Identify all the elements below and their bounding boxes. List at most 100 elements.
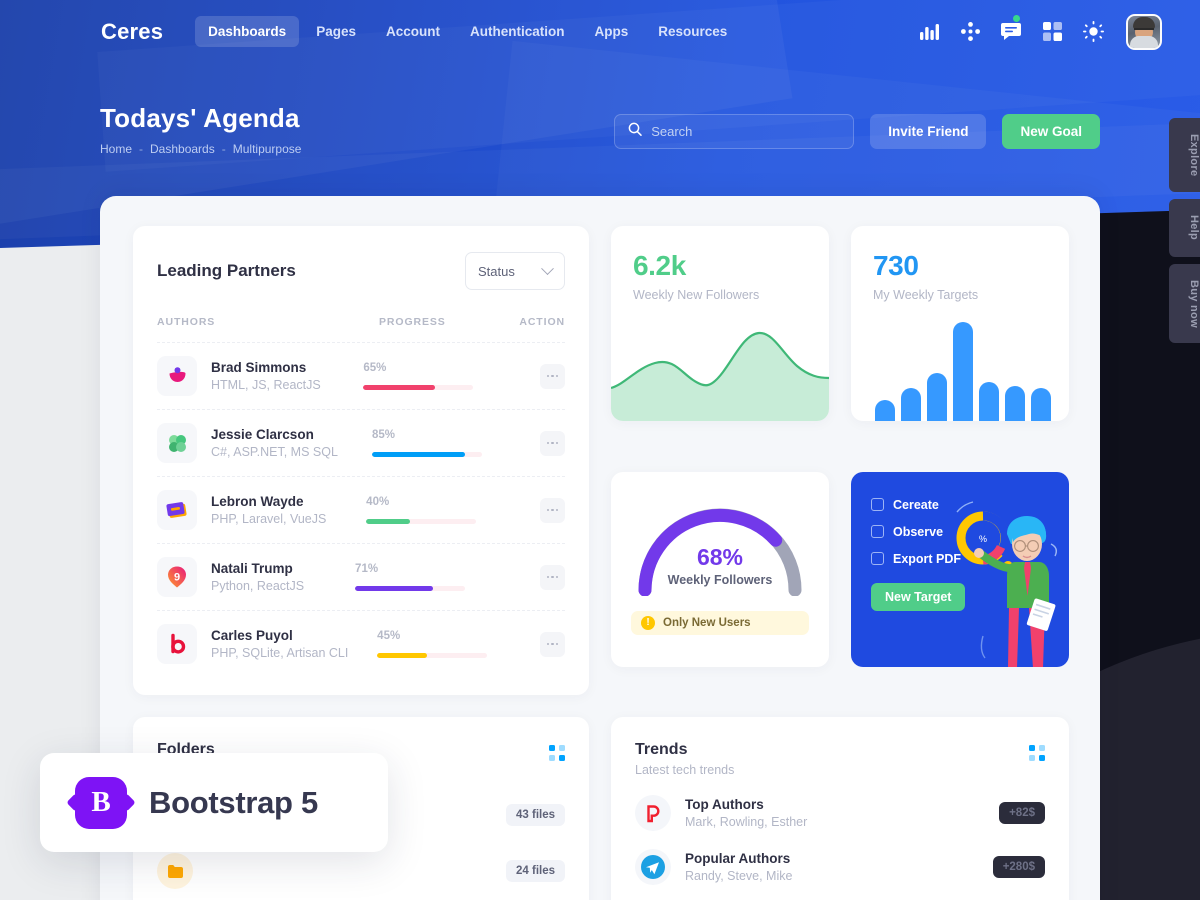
author-info: Carles Puyol PHP, SQLite, Artisan CLI (211, 628, 348, 660)
nav-link-dashboards[interactable]: Dashboards (195, 16, 300, 47)
author-name: Brad Simmons (211, 360, 307, 375)
progress-cell: 85% (371, 429, 506, 457)
navbar: Ceres Dashboards Pages Account Authentic… (0, 0, 1200, 63)
plurk-icon (635, 795, 671, 831)
folder-icon (157, 853, 193, 889)
side-tab-help[interactable]: Help (1169, 199, 1200, 257)
author-info: Jessie Clarcson C#, ASP.NET, MS SQL (211, 427, 338, 459)
row-action-button[interactable] (539, 497, 565, 523)
row-action-button[interactable] (540, 430, 565, 456)
column-action: ACTION (519, 316, 565, 328)
author-name: Carles Puyol (211, 628, 293, 643)
weekly-new-followers-card: 6.2k Weekly New Followers (611, 226, 829, 421)
progress-cell: 71% (355, 563, 489, 591)
breadcrumb-item-home[interactable]: Home (100, 142, 132, 156)
targets-value: 730 (873, 250, 919, 281)
header-actions: Invite Friend New Goal (614, 114, 1100, 149)
progress-bar (366, 519, 477, 524)
list-item[interactable]: Top Authors Mark, Rowling, Esther +82$ (635, 795, 1045, 831)
list-item[interactable]: 24 files (157, 853, 565, 889)
table-row[interactable]: 9 Natali Trump Python, ReactJS 71% (157, 543, 565, 610)
nav-link-account[interactable]: Account (373, 16, 453, 47)
progress-percent: 71% (355, 563, 379, 575)
search-box[interactable] (614, 114, 855, 149)
bootstrap-logo-icon: B (75, 776, 127, 829)
chevron-down-icon (541, 261, 554, 275)
target-option-label: Cereate (893, 497, 939, 512)
leading-partners-card: Leading Partners Status AUTHORS PROGRESS… (133, 226, 589, 695)
gauge-alert-text: Only New Users (663, 616, 751, 629)
table-row[interactable]: Brad Simmons HTML, JS, ReactJS 65% (157, 342, 565, 409)
nav-link-pages[interactable]: Pages (303, 16, 369, 47)
trend-amount: +82$ (999, 802, 1045, 824)
status-select[interactable]: Status (465, 252, 565, 290)
nav-link-resources[interactable]: Resources (645, 16, 740, 47)
trend-name: Popular Authors (685, 851, 791, 866)
trends-title: Trends (635, 741, 688, 758)
gauge-center-label: 68% Weekly Followers (631, 544, 809, 587)
nav-link-authentication[interactable]: Authentication (457, 16, 578, 47)
copy-icon (871, 498, 884, 511)
row-action-button[interactable] (540, 363, 565, 389)
new-target-card: Cereate Observe Export PDF New Target % (851, 471, 1069, 667)
breadcrumb-separator: - (221, 142, 226, 156)
row-action-button[interactable] (539, 564, 565, 590)
gauge-percent: 68% (696, 543, 744, 570)
followers-label: Weekly New Followers (633, 288, 760, 302)
invite-friend-button[interactable]: Invite Friend (870, 114, 987, 149)
scatter-dots-icon[interactable] (958, 20, 982, 44)
table-row[interactable]: Carles Puyol PHP, SQLite, Artisan CLI 45… (157, 610, 565, 677)
breadcrumb-item-dashboards[interactable]: Dashboards (150, 142, 215, 156)
app-root: Ceres Dashboards Pages Account Authentic… (0, 0, 1200, 900)
folder-file-count: 43 files (506, 804, 565, 826)
nine-badge-icon: 9 (157, 557, 197, 597)
list-item[interactable]: Popular Authors Randy, Steve, Mike +280$ (635, 849, 1045, 885)
weekly-targets-card: 730 My Weekly Targets (851, 226, 1069, 421)
avatar-body (1130, 35, 1158, 48)
author-info: Lebron Wayde PHP, Laravel, VueJS (211, 494, 326, 526)
page-title: Todays' Agenda (100, 103, 300, 133)
targets-label: My Weekly Targets (873, 288, 979, 302)
breadcrumb-item-multipurpose[interactable]: Multipurpose (233, 142, 302, 156)
trend-people: Randy, Steve, Mike (685, 869, 793, 883)
four-squares-icon[interactable] (1029, 745, 1045, 761)
leading-partners-header: Leading Partners Status (157, 252, 565, 290)
search-input[interactable] (651, 124, 841, 139)
author-name: Lebron Wayde (211, 494, 304, 509)
author-skills: PHP, SQLite, Artisan CLI (211, 646, 349, 660)
brand-logo[interactable]: Ceres (101, 19, 163, 45)
plurk-logo-icon (157, 356, 197, 396)
sun-icon[interactable] (1081, 20, 1105, 44)
table-row[interactable]: Jessie Clarcson C#, ASP.NET, MS SQL 85% (157, 409, 565, 476)
side-tabs: Explore Help Buy now (1169, 118, 1200, 344)
chart-bars-icon[interactable] (917, 20, 941, 44)
progress-bar (355, 586, 466, 591)
search-icon (628, 122, 642, 141)
chat-icon[interactable] (999, 14, 1023, 44)
trend-info: Top Authors Mark, Rowling, Esther (685, 797, 807, 829)
author-name: Natali Trump (211, 561, 293, 576)
row-action-button[interactable] (540, 631, 565, 657)
side-tab-buy-now[interactable]: Buy now (1169, 263, 1200, 344)
bootstrap-badge: B Bootstrap 5 (40, 753, 388, 852)
beats-logo-icon (157, 624, 197, 664)
notification-dot (1013, 14, 1020, 22)
progress-percent: 65% (363, 362, 387, 374)
column-authors: AUTHORS (157, 316, 216, 328)
nav-link-apps[interactable]: Apps (581, 16, 641, 47)
partners-table-header: AUTHORS PROGRESS ACTION (157, 316, 565, 342)
folder-file-count: 24 files (506, 860, 565, 882)
new-goal-button[interactable]: New Goal (1002, 114, 1100, 149)
avatar[interactable] (1126, 13, 1162, 50)
navbar-actions (917, 13, 1176, 50)
trends-subtitle: Latest tech trends (635, 763, 735, 777)
side-tab-explore[interactable]: Explore (1169, 118, 1200, 193)
copy-icon (871, 525, 884, 538)
grid-squares-icon[interactable] (1040, 20, 1064, 44)
trends-title-group: Trends Latest tech trends (635, 741, 734, 777)
table-row[interactable]: Lebron Wayde PHP, Laravel, VueJS 40% (157, 476, 565, 543)
four-squares-icon[interactable] (549, 745, 565, 761)
author-skills: Python, ReactJS (211, 579, 305, 593)
weekly-followers-gauge-card: 68% Weekly Followers ! Only New Users (611, 471, 829, 667)
trends-header: Trends Latest tech trends (635, 741, 1045, 777)
